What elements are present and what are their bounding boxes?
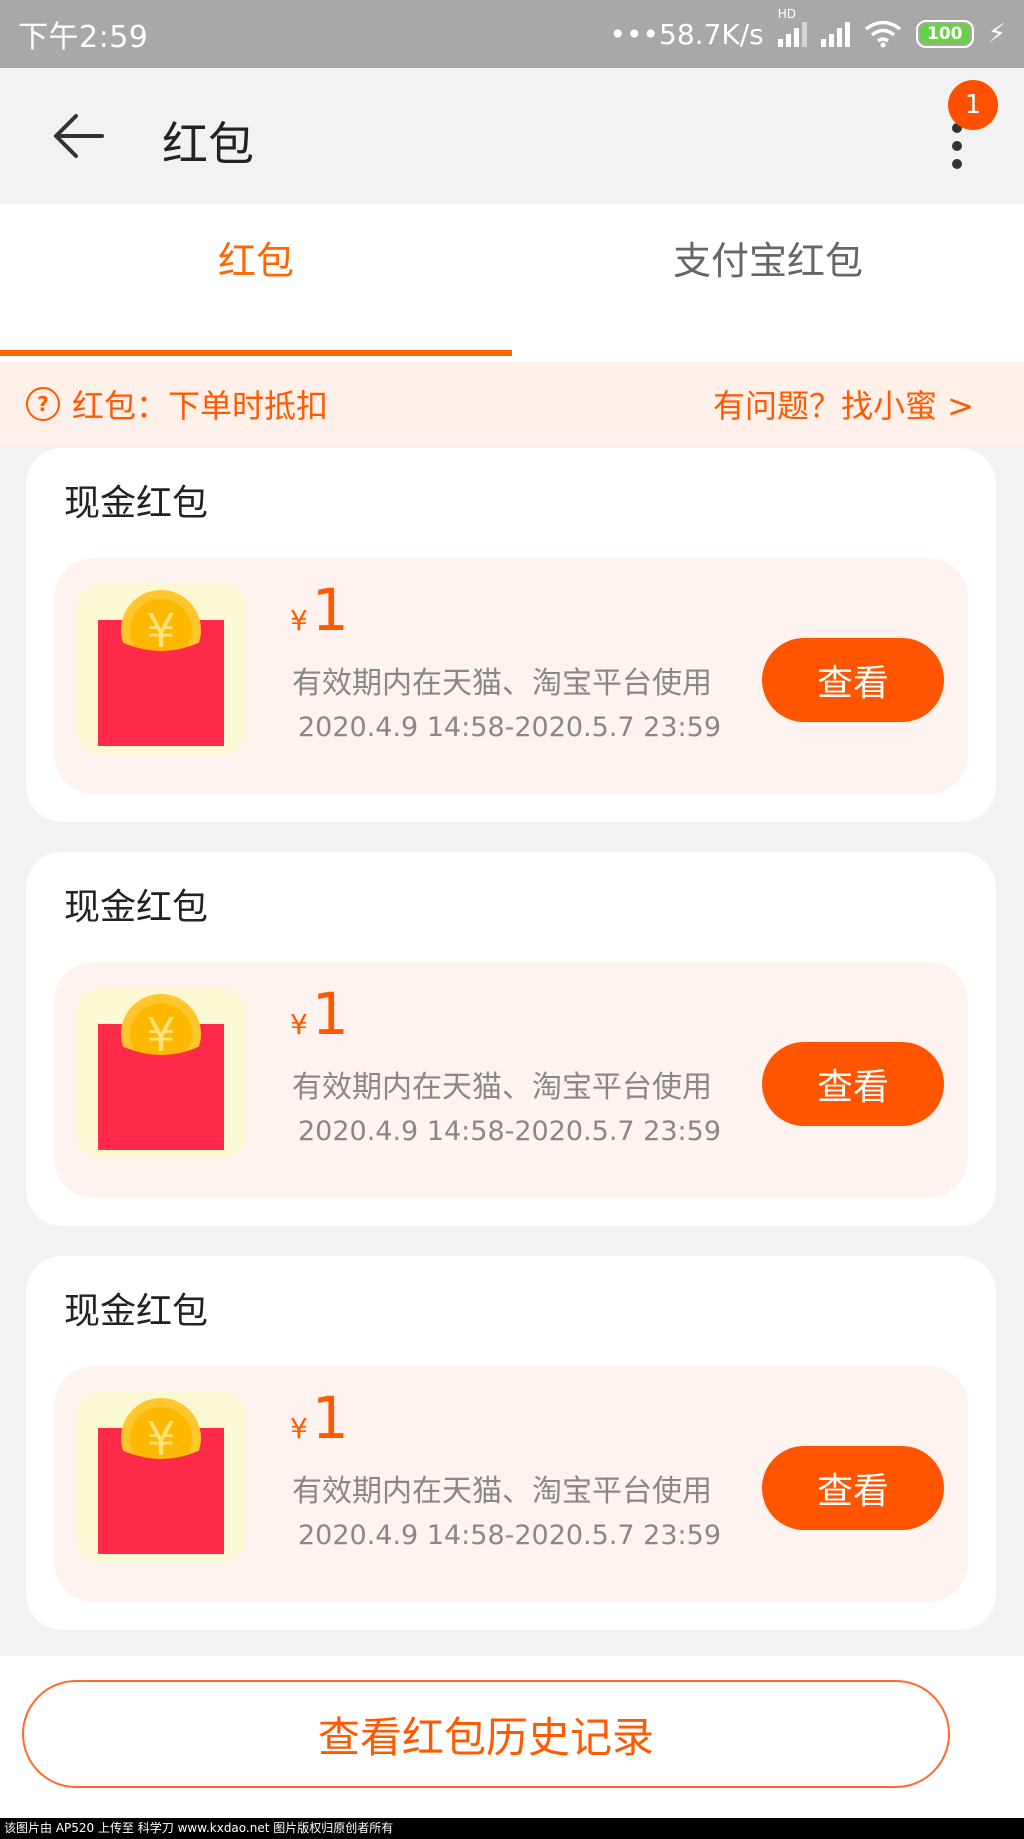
tab-alipay-hongbao[interactable]: 支付宝红包 <box>512 204 1024 362</box>
hongbao-card: 现金红包 ¥ ¥1 有效期内在天猫、淘宝平台使用 2020.4.9 14:58-… <box>26 1256 996 1630</box>
currency-symbol: ¥ <box>290 604 308 637</box>
network-speed: •••58.7K/s <box>609 17 764 51</box>
battery-level: 100 <box>919 24 970 44</box>
app-bar: 红包 1 <box>0 68 1024 204</box>
card-title: 现金红包 <box>64 887 209 928</box>
notification-badge: 1 <box>948 80 998 130</box>
status-indicators: •••58.7K/s HD 100 ⚡ <box>609 7 1006 51</box>
card-validity: 2020.4.9 14:58-2020.5.7 23:59 <box>298 712 721 743</box>
currency-symbol: ¥ <box>290 1008 308 1041</box>
amount: ¥1 <box>290 980 349 1048</box>
svg-text:¥: ¥ <box>146 604 175 658</box>
red-envelope-icon: ¥ <box>76 584 246 754</box>
back-arrow-icon[interactable] <box>52 114 104 158</box>
watermark: 该图片由 AP520 上传至 科学刀 www.kxdao.net 图片版权归原创… <box>0 1818 1024 1839</box>
tab-bar: 红包 支付宝红包 <box>0 204 1024 362</box>
svg-text:¥: ¥ <box>146 1008 175 1062</box>
charging-icon: ⚡ <box>987 19 1006 49</box>
amount-value: 1 <box>311 1384 349 1452</box>
page-title: 红包 <box>162 117 254 171</box>
view-button[interactable]: 查看 <box>762 1446 944 1530</box>
card-description: 有效期内在天猫、淘宝平台使用 <box>292 1474 712 1509</box>
card-body: ¥ ¥1 有效期内在天猫、淘宝平台使用 2020.4.9 14:58-2020.… <box>54 558 968 794</box>
view-history-button[interactable]: 查看红包历史记录 <box>22 1680 950 1788</box>
card-validity: 2020.4.9 14:58-2020.5.7 23:59 <box>298 1520 721 1551</box>
red-envelope-icon: ¥ <box>76 988 246 1158</box>
status-bar: 下午2:59 •••58.7K/s HD 100 ⚡ <box>0 0 1024 68</box>
status-time: 下午2:59 <box>18 20 149 55</box>
amount-value: 1 <box>311 980 349 1048</box>
bottom-bar: 查看红包历史记录 <box>0 1656 1024 1818</box>
hd-signal-icon: HD <box>777 7 807 47</box>
amount: ¥1 <box>290 1384 349 1452</box>
battery-icon: 100 <box>915 20 974 48</box>
hongbao-card: 现金红包 ¥ ¥1 有效期内在天猫、淘宝平台使用 2020.4.9 14:58-… <box>26 852 996 1226</box>
card-body: ¥ ¥1 有效期内在天猫、淘宝平台使用 2020.4.9 14:58-2020.… <box>54 1366 968 1602</box>
card-description: 有效期内在天猫、淘宝平台使用 <box>292 666 712 701</box>
signal-icon <box>820 21 850 47</box>
card-title: 现金红包 <box>64 483 209 524</box>
view-button[interactable]: 查看 <box>762 638 944 722</box>
help-link[interactable]: 有问题？找小蜜 > <box>713 381 974 427</box>
hd-label: HD <box>777 7 796 21</box>
view-button[interactable]: 查看 <box>762 1042 944 1126</box>
card-title: 现金红包 <box>64 1291 209 1332</box>
card-description: 有效期内在天猫、淘宝平台使用 <box>292 1070 712 1105</box>
svg-text:¥: ¥ <box>146 1412 175 1466</box>
question-icon: ? <box>26 387 60 421</box>
notice-info: ? 红包：下单时抵扣 <box>26 381 328 427</box>
notice-text: 红包：下单时抵扣 <box>72 387 329 425</box>
card-validity: 2020.4.9 14:58-2020.5.7 23:59 <box>298 1116 721 1147</box>
amount-value: 1 <box>311 576 349 644</box>
currency-symbol: ¥ <box>290 1412 308 1445</box>
hongbao-card: 现金红包 ¥ ¥1 有效期内在天猫、淘宝平台使用 2020.4.9 14:58-… <box>26 448 996 822</box>
wifi-icon <box>864 20 901 48</box>
card-body: ¥ ¥1 有效期内在天猫、淘宝平台使用 2020.4.9 14:58-2020.… <box>54 962 968 1198</box>
amount: ¥1 <box>290 576 349 644</box>
tab-hongbao[interactable]: 红包 <box>0 204 512 362</box>
red-envelope-icon: ¥ <box>76 1392 246 1562</box>
active-tab-indicator <box>0 350 512 356</box>
notice-bar: ? 红包：下单时抵扣 有问题？找小蜜 > <box>0 362 1024 446</box>
